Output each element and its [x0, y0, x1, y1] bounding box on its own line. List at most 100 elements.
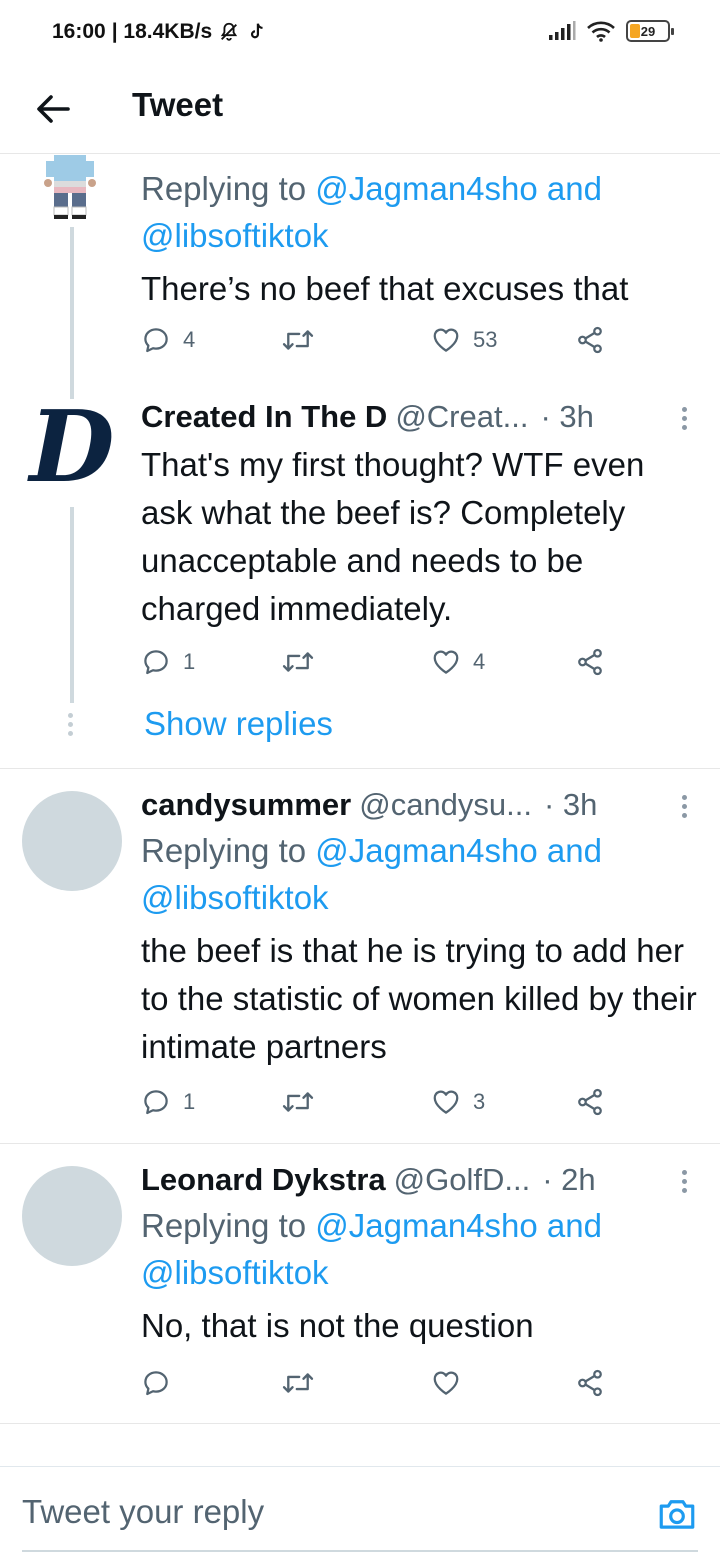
battery-fill	[630, 24, 640, 38]
tweet-text: That's my first thought? WTF even ask wh…	[141, 446, 645, 627]
tweet-time: · 3h	[540, 399, 594, 434]
reply-composer: Tweet your reply	[0, 1466, 720, 1560]
reply-button[interactable]: 1	[141, 647, 195, 677]
arrow-left-icon	[37, 95, 70, 123]
camera-icon	[659, 1500, 695, 1529]
reply-input[interactable]: Tweet your reply	[22, 1493, 264, 1531]
tweet-actions: 4 53	[141, 325, 621, 365]
reply-count: 1	[183, 649, 196, 674]
like-count: 4	[473, 649, 486, 674]
reply-button[interactable]	[141, 1368, 183, 1398]
more-options-icon[interactable]	[682, 407, 687, 430]
battery-indicator: 29	[626, 20, 674, 42]
author-handle[interactable]: @candysu...	[359, 785, 532, 825]
reply-icon	[144, 650, 168, 675]
battery-level: 29	[640, 23, 656, 39]
status-left: 16:00 | 18.4KB/s	[52, 20, 268, 44]
share-icon	[578, 326, 602, 354]
heart-icon	[433, 328, 459, 352]
page-title: Tweet	[132, 86, 224, 123]
tweet-text: No, that is not the question	[141, 1307, 534, 1344]
tweet-actions	[141, 1368, 621, 1408]
tweet-thread[interactable]: Replying to @Jagman4sho and @libsoftikto…	[0, 155, 720, 1465]
notifications-muted-icon	[221, 22, 238, 41]
back-button[interactable]	[30, 86, 76, 132]
tweet-text: the beef is that he is trying to add her…	[141, 932, 697, 1065]
retweet-icon	[282, 652, 314, 672]
user-avatar-lego[interactable]	[38, 155, 102, 221]
share-icon	[578, 1369, 602, 1397]
tweet-header: Leonard Dykstra @GolfD... · 2h	[141, 1160, 701, 1200]
retweet-button[interactable]	[281, 647, 327, 677]
status-time: 16:00	[52, 20, 106, 43]
user-avatar-tigers[interactable]: D	[22, 390, 122, 505]
tweet-actions: 1 4	[141, 647, 621, 687]
divider	[0, 768, 720, 769]
replying-label: Replying to	[141, 832, 316, 869]
share-button[interactable]	[575, 1368, 605, 1398]
tweet-time: · 2h	[542, 1162, 596, 1197]
reply-icon	[144, 328, 168, 353]
heart-icon	[433, 650, 459, 674]
camera-button[interactable]	[656, 1493, 698, 1535]
app-header: Tweet	[0, 64, 720, 154]
more-options-icon[interactable]	[682, 1170, 687, 1193]
composer-underline	[22, 1550, 698, 1552]
tweet-text: There’s no beef that excuses that	[141, 270, 629, 307]
author-name[interactable]: Leonard Dykstra	[141, 1160, 386, 1200]
author-name[interactable]: candysummer	[141, 785, 351, 825]
like-button[interactable]	[431, 1368, 473, 1398]
reply-button[interactable]: 1	[141, 1087, 195, 1117]
heart-icon	[433, 1090, 459, 1114]
share-icon	[578, 648, 602, 676]
thread-connector-line	[70, 227, 74, 399]
retweet-button[interactable]	[281, 1087, 327, 1117]
retweet-button[interactable]	[281, 1368, 327, 1398]
replying-label: Replying to	[141, 1207, 316, 1244]
user-avatar-default[interactable]	[22, 791, 122, 891]
tweet-1[interactable]: Created In The D @Creat... · 3h That's m…	[141, 397, 701, 633]
like-button[interactable]: 3	[431, 1087, 485, 1117]
battery-tip	[671, 28, 674, 35]
like-count: 53	[473, 327, 498, 352]
like-button[interactable]: 4	[431, 647, 485, 677]
author-handle[interactable]: @GolfD...	[394, 1160, 531, 1200]
thread-connector-line	[70, 507, 74, 703]
signal-icon	[549, 21, 576, 40]
status-bar: 16:00 | 18.4KB/s 29	[0, 0, 720, 64]
reply-icon	[144, 1090, 168, 1115]
replying-label: Replying to	[141, 170, 316, 207]
tiktok-icon	[251, 23, 263, 39]
status-network-speed: | 18.4KB/s	[111, 20, 213, 43]
show-replies-link[interactable]: Show replies	[144, 705, 333, 743]
reply-count: 1	[183, 1089, 196, 1114]
share-button[interactable]	[575, 325, 605, 355]
author-name[interactable]: Created In The D	[141, 397, 387, 437]
tweet-actions: 1 3	[141, 1087, 621, 1127]
wifi-icon	[587, 21, 615, 42]
svg-text:D: D	[27, 395, 115, 495]
tweet-header: candysummer @candysu... · 3h	[141, 785, 701, 825]
like-button[interactable]: 53	[431, 325, 497, 355]
more-options-icon[interactable]	[682, 795, 687, 818]
share-button[interactable]	[575, 1087, 605, 1117]
replying-to: Replying to @Jagman4sho and @libsoftikto…	[141, 1202, 701, 1296]
share-button[interactable]	[575, 647, 605, 677]
reply-button[interactable]: 4	[141, 325, 195, 355]
retweet-button[interactable]	[281, 325, 327, 355]
status-right: 29	[548, 20, 674, 42]
thread-more-dots-icon	[68, 713, 73, 736]
author-handle[interactable]: @Creat...	[395, 397, 528, 437]
divider	[0, 1423, 720, 1424]
retweet-icon	[282, 1373, 314, 1393]
tweet-0[interactable]: Replying to @Jagman4sho and @libsoftikto…	[141, 165, 701, 313]
retweet-icon	[282, 1092, 314, 1112]
reply-icon	[144, 1371, 168, 1396]
retweet-icon	[282, 330, 314, 350]
replying-to: Replying to @Jagman4sho and @libsoftikto…	[141, 165, 701, 259]
tweet-time: · 3h	[544, 787, 598, 822]
reply-count: 4	[183, 327, 196, 352]
tweet-3[interactable]: Leonard Dykstra @GolfD... · 2h Replying …	[141, 1160, 701, 1350]
user-avatar-default[interactable]	[22, 1166, 122, 1266]
tweet-2[interactable]: candysummer @candysu... · 3h Replying to…	[141, 785, 701, 1071]
